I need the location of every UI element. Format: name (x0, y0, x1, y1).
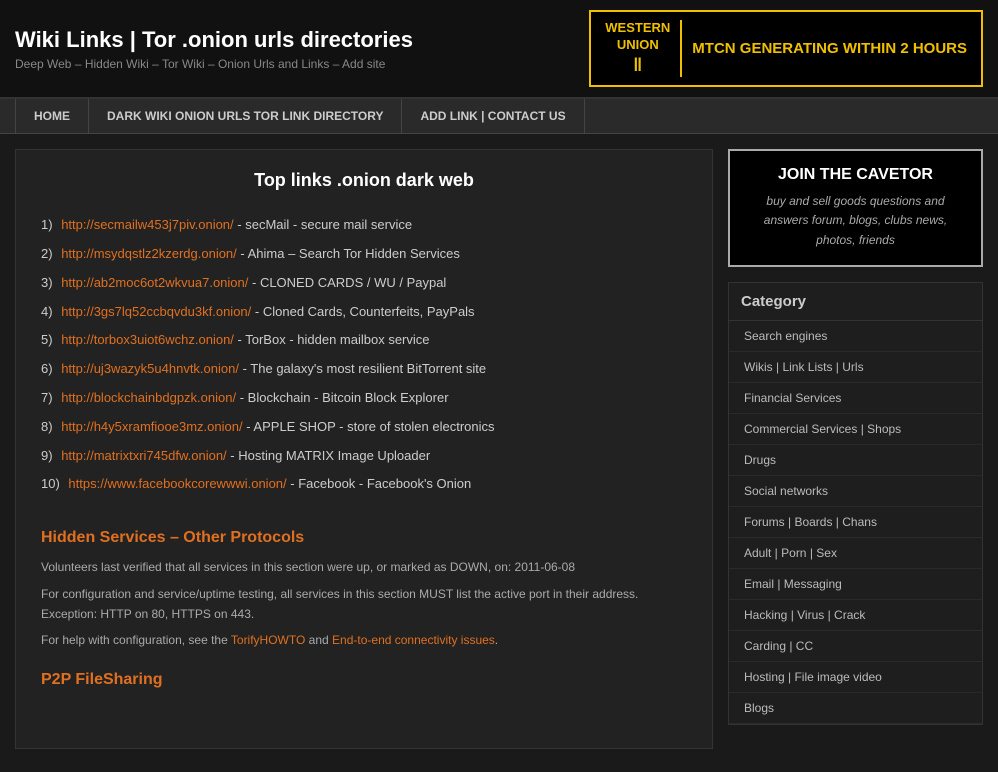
cat-financial[interactable]: Financial Services (729, 383, 982, 414)
link-desc: - APPLE SHOP - store of stolen electroni… (246, 419, 494, 434)
list-item: 1) http://secmailw453j7piv.onion/ - secM… (41, 211, 687, 240)
link-desc: - Cloned Cards, Counterfeits, PayPals (255, 304, 475, 319)
wu-tagline: MTCN GENERATING WITHIN 2 HOURS (692, 38, 967, 59)
wu-line2: UNION (605, 37, 670, 54)
cat-wikis[interactable]: Wikis | Link Lists | Urls (729, 352, 982, 383)
list-item: 3) http://ab2moc6ot2wkvua7.onion/ - CLON… (41, 269, 687, 298)
link-desc: - secMail - secure mail service (237, 217, 412, 232)
cat-adult[interactable]: Adult | Porn | Sex (729, 538, 982, 569)
list-item: 5) http://torbox3uiot6wchz.onion/ - TorB… (41, 326, 687, 355)
link-num: 4) (41, 304, 53, 319)
onion-link[interactable]: http://3gs7lq52ccbqvdu3kf.onion/ (61, 304, 251, 319)
cat-carding[interactable]: Carding | CC (729, 631, 982, 662)
link-num: 9) (41, 448, 53, 463)
hidden-services-p1: Volunteers last verified that all servic… (41, 557, 687, 577)
cat-blogs[interactable]: Blogs (729, 693, 982, 724)
hidden-services-p3: For help with configuration, see the Tor… (41, 630, 687, 650)
cat-hacking[interactable]: Hacking | Virus | Crack (729, 600, 982, 631)
header: Wiki Links | Tor .onion urls directories… (0, 0, 998, 99)
link-desc: - Hosting MATRIX Image Uploader (230, 448, 430, 463)
sidebar: JOIN THE CAVETOR buy and sell goods ques… (728, 149, 983, 725)
link-num: 8) (41, 419, 53, 434)
list-item: 10) https://www.facebookcorewwwi.onion/ … (41, 470, 687, 499)
cat-commercial[interactable]: Commercial Services | Shops (729, 414, 982, 445)
cat-forums[interactable]: Forums | Boards | Chans (729, 507, 982, 538)
p2p-section: P2P FileSharing (41, 671, 687, 689)
navigation: HOME DARK WIKI ONION URLS TOR LINK DIREC… (0, 99, 998, 134)
onion-link[interactable]: http://h4y5xramfiooe3mz.onion/ (61, 419, 242, 434)
link-desc: - TorBox - hidden mailbox service (238, 332, 430, 347)
cavetor-box[interactable]: JOIN THE CAVETOR buy and sell goods ques… (728, 149, 983, 267)
onion-link[interactable]: http://ab2moc6ot2wkvua7.onion/ (61, 275, 248, 290)
link-desc: - Facebook - Facebook's Onion (290, 476, 471, 491)
link-num: 6) (41, 361, 53, 376)
hidden-services-title: Hidden Services – Other Protocols (41, 529, 687, 547)
cat-hosting[interactable]: Hosting | File image video (729, 662, 982, 693)
onion-link-list: 1) http://secmailw453j7piv.onion/ - secM… (41, 211, 687, 499)
nav-directory[interactable]: DARK WIKI ONION URLS TOR LINK DIRECTORY (89, 99, 402, 133)
list-item: 9) http://matrixtxri745dfw.onion/ - Host… (41, 442, 687, 471)
link-desc: - Ahima – Search Tor Hidden Services (240, 246, 459, 261)
p2p-title: P2P FileSharing (41, 671, 687, 689)
onion-link[interactable]: http://torbox3uiot6wchz.onion/ (61, 332, 234, 347)
wu-line1: WESTERN (605, 20, 670, 37)
site-subtitle: Deep Web – Hidden Wiki – Tor Wiki – Onio… (15, 57, 413, 71)
category-title: Category (729, 283, 982, 321)
onion-link[interactable]: http://blockchainbdgpzk.onion/ (61, 390, 236, 405)
cat-social[interactable]: Social networks (729, 476, 982, 507)
link-num: 7) (41, 390, 53, 405)
link-num: 2) (41, 246, 53, 261)
wu-logo: WESTERN UNION ‖ (605, 20, 682, 77)
site-title: Wiki Links | Tor .onion urls directories (15, 27, 413, 53)
main-content: Top links .onion dark web 1) http://secm… (15, 149, 713, 749)
hs-p3-mid: and (305, 633, 332, 647)
connectivity-link[interactable]: End-to-end connectivity issues (332, 633, 495, 647)
link-num: 1) (41, 217, 53, 232)
content-title: Top links .onion dark web (41, 170, 687, 191)
link-num: 3) (41, 275, 53, 290)
link-desc: - CLONED CARDS / WU / Paypal (252, 275, 446, 290)
list-item: 8) http://h4y5xramfiooe3mz.onion/ - APPL… (41, 413, 687, 442)
onion-link[interactable]: https://www.facebookcorewwwi.onion/ (68, 476, 286, 491)
header-branding: Wiki Links | Tor .onion urls directories… (15, 27, 413, 71)
onion-link[interactable]: http://msydqstlz2kzerdg.onion/ (61, 246, 237, 261)
cavetor-desc: buy and sell goods questions and answers… (745, 192, 966, 250)
category-box: Category Search engines Wikis | Link Lis… (728, 282, 983, 725)
link-desc: - Blockchain - Bitcoin Block Explorer (240, 390, 449, 405)
nav-home[interactable]: HOME (15, 99, 89, 133)
list-item: 4) http://3gs7lq52ccbqvdu3kf.onion/ - Cl… (41, 298, 687, 327)
hidden-services-section: Hidden Services – Other Protocols Volunt… (41, 529, 687, 651)
main-layout: Top links .onion dark web 1) http://secm… (0, 134, 998, 764)
onion-link[interactable]: http://uj3wazyk5u4hnvtk.onion/ (61, 361, 239, 376)
list-item: 7) http://blockchainbdgpzk.onion/ - Bloc… (41, 384, 687, 413)
list-item: 6) http://uj3wazyk5u4hnvtk.onion/ - The … (41, 355, 687, 384)
link-desc: - The galaxy's most resilient BitTorrent… (243, 361, 487, 376)
onion-link[interactable]: http://secmailw453j7piv.onion/ (61, 217, 233, 232)
link-num: 10) (41, 476, 60, 491)
list-item: 2) http://msydqstlz2kzerdg.onion/ - Ahim… (41, 240, 687, 269)
hidden-services-p2: For configuration and service/uptime tes… (41, 584, 687, 625)
cat-email[interactable]: Email | Messaging (729, 569, 982, 600)
onion-link[interactable]: http://matrixtxri745dfw.onion/ (61, 448, 226, 463)
nav-add-link[interactable]: ADD LINK | CONTACT US (402, 99, 584, 133)
hs-p3-pre: For help with configuration, see the (41, 633, 231, 647)
hs-p3-post: . (495, 633, 498, 647)
cat-drugs[interactable]: Drugs (729, 445, 982, 476)
cat-search-engines[interactable]: Search engines (729, 321, 982, 352)
torify-link[interactable]: TorifyHOWTO (231, 633, 305, 647)
cavetor-title: JOIN THE CAVETOR (745, 166, 966, 184)
link-num: 5) (41, 332, 53, 347)
wu-banner[interactable]: WESTERN UNION ‖ MTCN GENERATING WITHIN 2… (589, 10, 983, 87)
